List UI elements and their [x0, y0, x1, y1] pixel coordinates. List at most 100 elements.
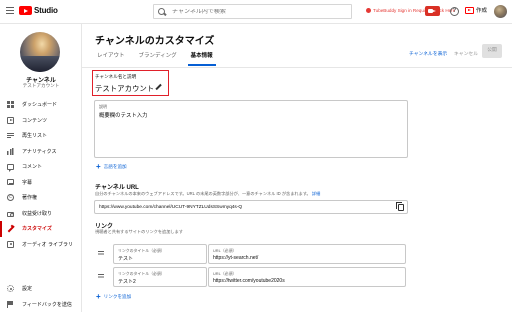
search-input[interactable] [172, 8, 351, 15]
feedback-icon [7, 300, 14, 308]
sidebar-item-content[interactable]: コンテンツ [0, 113, 82, 129]
content-icon [7, 116, 14, 124]
tab-basic-info[interactable]: 基本情報 [184, 52, 220, 66]
sidebar-nav: ダッシュボード コンテンツ 再生リスト アナリティクス コメント 字幕 著作権 [0, 97, 82, 252]
description-label: 説明 [99, 104, 107, 109]
link-url-field[interactable]: URL（必須） https://yt-search.net/ [208, 244, 406, 264]
description-field[interactable]: 説明 概要欄のテスト入力 [94, 100, 408, 158]
copy-icon[interactable] [396, 202, 404, 211]
channel-url-description: 自分のチャンネルの本来のウェブアドレスです。URL の末尾の英数字部分が、一意の… [95, 191, 320, 197]
url-desc-text: 自分のチャンネルの本来のウェブアドレスです。URL の末尾の英数字部分が、一意の… [95, 191, 311, 196]
sidebar-item-label: コメント [22, 164, 43, 171]
sidebar-item-settings[interactable]: 設定 [0, 281, 82, 297]
sidebar-item-dashboard[interactable]: ダッシュボード [0, 97, 82, 113]
search-icon[interactable] [158, 7, 166, 16]
link-url-value[interactable]: https://yt-search.net/ [213, 255, 258, 261]
monetization-icon [7, 211, 14, 218]
settings-icon [7, 285, 14, 293]
channel-url-heading: チャンネル URL [95, 185, 139, 191]
plus-icon: + [96, 292, 101, 301]
add-link-button[interactable]: + リンクを追加 [96, 292, 132, 301]
tab-branding[interactable]: ブランディング [132, 52, 184, 66]
tubebuddy-icon[interactable] [425, 6, 440, 16]
tab-bar: レイアウト ブランディング 基本情報 [95, 52, 220, 66]
youtube-play-icon [19, 6, 32, 15]
channel-avatar[interactable] [20, 32, 60, 72]
sidebar-bottom: 設定 フィードバックを送信 [0, 281, 82, 312]
page-title: チャンネルのカスタマイズ [95, 36, 215, 47]
links-description: 視聴者と共有するサイトのリンクを追加します [95, 229, 183, 234]
link-row: リンクのタイトル（必須） テスト URL（必須） https://yt-sear… [96, 244, 410, 264]
sidebar-item-label: カスタマイズ [22, 226, 52, 233]
channel-url-field: https://www.youtube.com/channel/UCUT-9NY… [94, 200, 408, 214]
sidebar-item-audio-library[interactable]: オーディオ ライブラリ [0, 237, 82, 253]
sidebar-item-comments[interactable]: コメント [0, 159, 82, 175]
create-button[interactable]: 作成 [465, 6, 487, 14]
sidebar-item-label: 再生リスト [22, 133, 48, 140]
link-title-value[interactable]: テスト [118, 255, 133, 262]
main-content: チャンネルのカスタマイズ レイアウト ブランディング 基本情報 チャンネルを表示… [82, 24, 512, 312]
sidebar-item-label: 設定 [22, 286, 33, 293]
logo-text: Studio [34, 6, 58, 15]
link-title-label: リンクのタイトル（必須） [118, 271, 165, 276]
channel-sub: テストアカウント [22, 83, 60, 88]
dashboard-icon [7, 101, 14, 109]
video-camera-icon [465, 6, 474, 14]
analytics-icon [7, 147, 14, 155]
link-title-label: リンクのタイトル（必須） [118, 248, 165, 253]
add-link-label: リンクを追加 [103, 294, 132, 299]
view-channel-link[interactable]: チャンネルを表示 [409, 50, 447, 57]
sidebar-item-playlists[interactable]: 再生リスト [0, 128, 82, 144]
sidebar-item-feedback[interactable]: フィードバックを送信 [0, 297, 82, 312]
drag-handle-icon[interactable] [98, 251, 104, 256]
plus-icon: + [96, 162, 101, 171]
sidebar-item-analytics[interactable]: アナリティクス [0, 144, 82, 160]
alert-icon [366, 8, 371, 13]
link-url-value[interactable]: https://twitter.com/youtube2020s [213, 278, 285, 284]
add-language-label: 言語を追加 [103, 164, 127, 169]
create-label: 作成 [476, 8, 488, 14]
link-row: リンクのタイトル（必須） テスト2 URL（必須） https://twitte… [96, 267, 410, 287]
description-value[interactable]: 概要欄のテスト入力 [99, 111, 148, 119]
url-detail-link[interactable]: 詳細 [312, 191, 320, 196]
channel-url-value: https://www.youtube.com/channel/UCUT-9NY… [99, 204, 243, 210]
sidebar-item-label: 字幕 [22, 179, 33, 186]
link-title-field[interactable]: リンクのタイトル（必須） テスト [113, 244, 207, 264]
studio-logo[interactable]: Studio [19, 6, 58, 15]
comment-icon [7, 164, 14, 171]
drag-handle-icon[interactable] [98, 274, 104, 279]
link-title-field[interactable]: リンクのタイトル（必須） テスト2 [113, 267, 207, 287]
sidebar-item-monetization[interactable]: 収益受け取り [0, 206, 82, 222]
sidebar-item-label: アナリティクス [22, 148, 57, 155]
copyright-icon [7, 194, 14, 202]
sidebar: チャンネル テストアカウント ダッシュボード コンテンツ 再生リスト アナリティ… [0, 24, 82, 312]
sidebar-item-label: 収益受け取り [22, 210, 53, 217]
link-url-label: URL（必須） [213, 248, 237, 253]
channel-name-label: チャンネル名と説明 [95, 74, 137, 79]
search-bar[interactable] [153, 4, 352, 19]
tab-layout[interactable]: レイアウト [95, 52, 132, 66]
help-icon[interactable]: ? [450, 7, 459, 16]
sidebar-item-label: フィードバックを送信 [22, 301, 72, 308]
edit-pencil-icon[interactable] [154, 83, 161, 90]
sidebar-item-label: ダッシュボード [22, 102, 58, 109]
audio-library-icon [7, 240, 14, 248]
link-title-value[interactable]: テスト2 [118, 278, 136, 285]
sidebar-item-subtitles[interactable]: 字幕 [0, 175, 82, 191]
channel-name-section: チャンネル名と説明 テストアカウント [92, 70, 169, 96]
sidebar-item-customize[interactable]: カスタマイズ [0, 221, 82, 237]
menu-icon[interactable] [6, 7, 14, 15]
sidebar-item-copyright[interactable]: 著作権 [0, 190, 82, 206]
customize-icon [7, 225, 14, 232]
sidebar-item-label: オーディオ ライブラリ [22, 241, 74, 248]
add-language-button[interactable]: + 言語を追加 [96, 162, 127, 171]
cancel-button[interactable]: キャンセル [454, 50, 478, 57]
notice-text[interactable]: TubeBuddy Sign in Required. Click Here [373, 8, 455, 13]
link-url-field[interactable]: URL（必須） https://twitter.com/youtube2020s [208, 267, 406, 287]
top-bar: Studio TubeBuddy Sign in Required. Click… [0, 0, 512, 24]
playlist-icon [7, 132, 14, 140]
account-avatar[interactable] [494, 5, 507, 18]
tubebuddy-notice[interactable]: TubeBuddy Sign in Required. Click Here [366, 8, 455, 13]
publish-button[interactable]: 公開 [482, 44, 502, 58]
sidebar-item-label: コンテンツ [22, 117, 48, 124]
